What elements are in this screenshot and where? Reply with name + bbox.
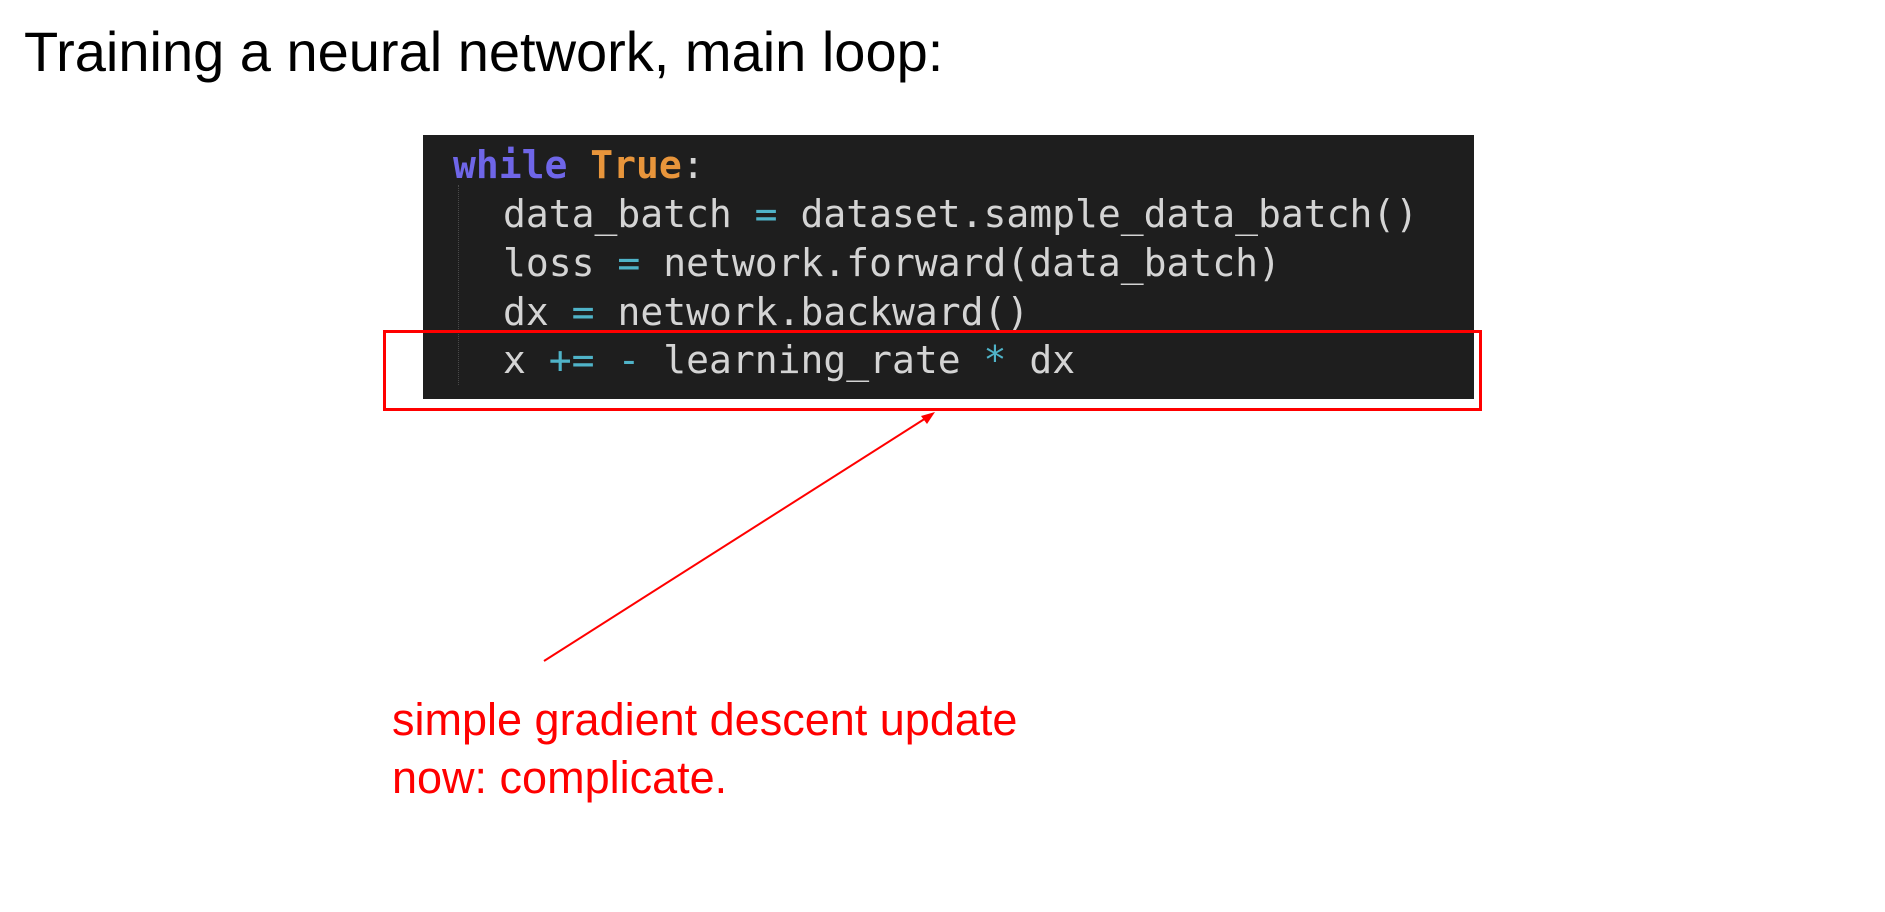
annotation-text-line2: now: complicate. (392, 752, 728, 803)
annotation-text-line1: simple gradient descent update (392, 694, 1018, 745)
arrow-line (543, 417, 927, 662)
annotation-arrow (543, 412, 935, 662)
arrow-head (921, 412, 935, 424)
